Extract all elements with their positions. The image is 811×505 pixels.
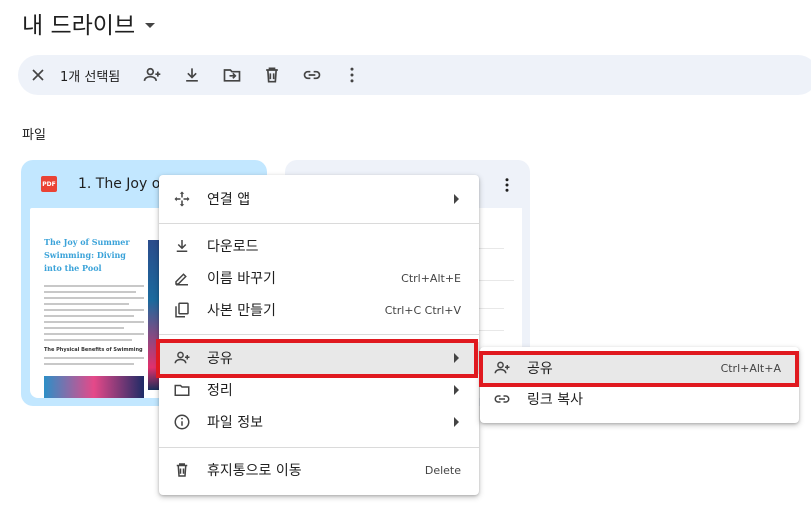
menu-item-download[interactable]: 다운로드: [159, 230, 479, 262]
submenu-item-shortcut: Ctrl+Alt+A: [720, 361, 781, 375]
menu-item-label: 정리: [207, 383, 233, 399]
submenu-item-label: 공유: [527, 361, 553, 377]
chevron-right-icon: [454, 353, 459, 363]
menu-item-shortcut: Delete: [424, 463, 461, 477]
link-icon: [493, 390, 511, 408]
chevron-right-icon: [454, 385, 459, 395]
files-section-label: 파일: [22, 128, 46, 143]
thumbnail-subheading: The Physical Benefits of Swimming: [44, 347, 143, 353]
menu-item-shortcut: Ctrl+Alt+E: [401, 271, 461, 285]
link-icon[interactable]: [292, 55, 332, 95]
submenu-item-label: 링크 복사: [527, 392, 583, 408]
download-icon[interactable]: [172, 55, 212, 95]
share-submenu: 공유 Ctrl+Alt+A 링크 복사: [480, 347, 799, 423]
share-icon[interactable]: [132, 55, 172, 95]
info-icon: [173, 413, 191, 431]
rename-icon: [173, 269, 191, 287]
menu-item-make-copy[interactable]: 사본 만들기 Ctrl+C Ctrl+V: [159, 294, 479, 326]
menu-divider: [159, 447, 479, 448]
page-title-text: 내 드라이브: [22, 13, 136, 39]
menu-item-shortcut: Ctrl+C Ctrl+V: [384, 303, 461, 317]
chevron-right-icon: [454, 417, 459, 427]
download-icon: [173, 237, 191, 255]
more-icon[interactable]: [498, 176, 516, 198]
menu-item-label: 공유: [207, 351, 233, 367]
menu-item-label: 다운로드: [207, 239, 259, 255]
selection-toolbar: 1개 선택됨: [18, 55, 811, 95]
close-icon[interactable]: [18, 55, 58, 95]
file-name: 1. The Joy of: [78, 176, 166, 192]
menu-item-open-with[interactable]: 연결 앱: [159, 183, 479, 215]
menu-item-label: 사본 만들기: [207, 303, 276, 319]
chevron-right-icon: [454, 194, 459, 204]
menu-item-organize[interactable]: 정리: [159, 374, 479, 406]
menu-item-label: 이름 바꾸기: [207, 271, 276, 287]
submenu-item-copy-link[interactable]: 링크 복사: [480, 384, 799, 414]
selected-count: 1개 선택됨: [60, 69, 121, 85]
menu-item-file-info[interactable]: 파일 정보: [159, 406, 479, 438]
folder-icon: [173, 381, 191, 399]
menu-item-label: 연결 앱: [207, 192, 251, 208]
copy-icon: [173, 301, 191, 319]
context-menu: 연결 앱 다운로드 이름 바꾸기 Ctrl+Alt+E 사본 만들기 Ctrl+…: [159, 175, 479, 495]
menu-item-label: 파일 정보: [207, 415, 263, 431]
thumbnail-image: [44, 376, 144, 398]
menu-divider: [159, 223, 479, 224]
move-icon[interactable]: [212, 55, 252, 95]
share-icon: [493, 359, 511, 377]
menu-item-rename[interactable]: 이름 바꾸기 Ctrl+Alt+E: [159, 262, 479, 294]
thumbnail-title: The Joy of Summer Swimming: Diving into …: [44, 237, 130, 273]
share-icon: [173, 349, 191, 367]
pdf-icon: PDF: [41, 176, 57, 192]
trash-icon: [173, 461, 191, 479]
menu-item-move-to-trash[interactable]: 휴지통으로 이동 Delete: [159, 454, 479, 486]
chevron-down-icon[interactable]: [145, 22, 156, 28]
open-with-icon: [173, 190, 191, 208]
trash-icon[interactable]: [252, 55, 292, 95]
page-title[interactable]: 내 드라이브: [22, 6, 156, 40]
menu-item-label: 휴지통으로 이동: [207, 463, 302, 479]
submenu-item-share[interactable]: 공유 Ctrl+Alt+A: [480, 353, 799, 383]
menu-divider: [159, 334, 479, 335]
more-icon[interactable]: [332, 55, 372, 95]
menu-item-share[interactable]: 공유: [159, 342, 479, 374]
